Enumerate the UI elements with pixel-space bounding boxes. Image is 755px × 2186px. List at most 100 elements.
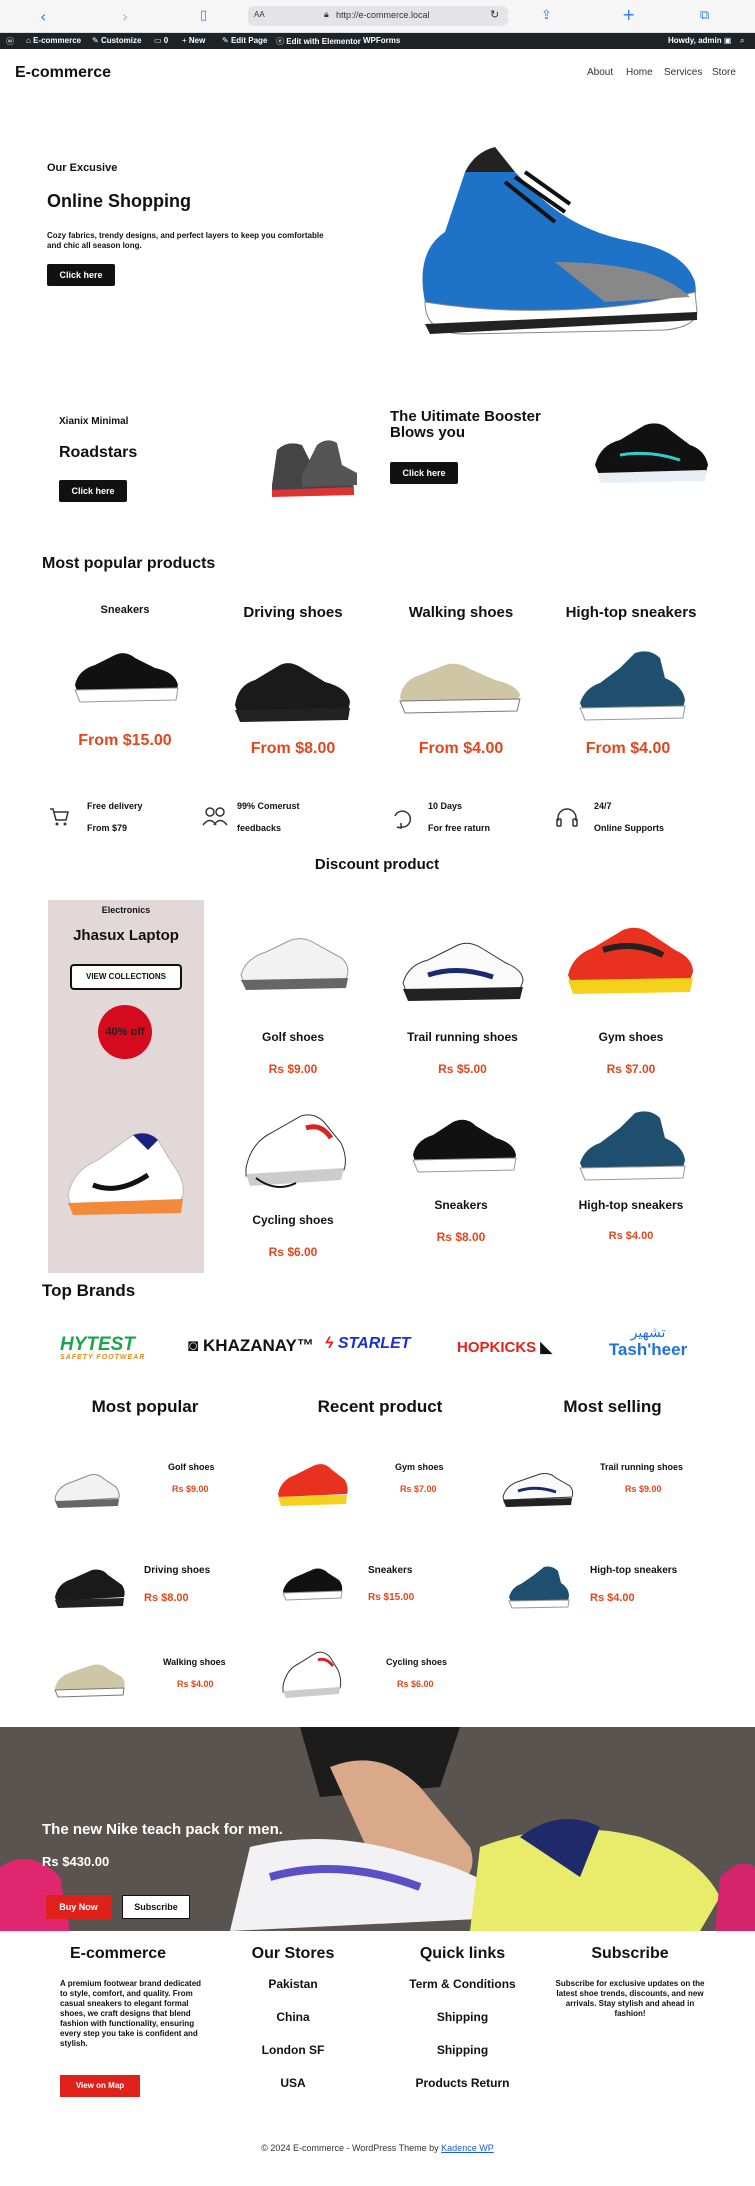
brand-logo-hopkicks[interactable]: HOPKICKS ◣: [457, 1338, 552, 1356]
popular-item-name[interactable]: Driving shoes: [228, 604, 358, 621]
list-item-name[interactable]: Golf shoes: [168, 1462, 215, 1472]
banner-title: The new Nike teach pack for men.: [42, 1821, 283, 1838]
url-text[interactable]: http://e-commerce.local: [336, 10, 430, 20]
admin-customize-link[interactable]: ✎ Customize: [92, 36, 141, 45]
share-icon[interactable]: ⇪: [541, 8, 552, 23]
admin-new-link[interactable]: + New: [182, 36, 205, 45]
brand-logo-starlet[interactable]: ϟ STARLET: [325, 1335, 411, 1353]
discount-item-image[interactable]: [563, 920, 698, 1000]
nav-services[interactable]: Services: [664, 67, 702, 78]
view-on-map-button[interactable]: View on Map: [60, 2075, 140, 2097]
discount-item-name[interactable]: Gym shoes: [570, 1030, 692, 1044]
view-collections-button[interactable]: VIEW COLLECTIONS: [70, 964, 182, 990]
footer-store[interactable]: Pakistan: [243, 1977, 343, 1991]
discount-item-image[interactable]: [236, 930, 351, 995]
popular-item-image[interactable]: [230, 650, 355, 725]
bookmarks-icon[interactable]: ▯: [200, 8, 207, 23]
discount-item-image[interactable]: [236, 1108, 351, 1193]
back-icon[interactable]: ‹: [40, 7, 46, 26]
footer-store[interactable]: China: [243, 2010, 343, 2024]
brand-logo-tashheer[interactable]: تشهير Tash'heer: [598, 1326, 698, 1360]
footer-store[interactable]: USA: [243, 2076, 343, 2090]
footer-link[interactable]: Shipping: [390, 2010, 535, 2024]
buy-now-button[interactable]: Buy Now: [46, 1895, 111, 1919]
site-brand[interactable]: E-commerce: [15, 64, 111, 82]
list-item-name[interactable]: Sneakers: [368, 1565, 412, 1576]
list-item-name[interactable]: Cycling shoes: [386, 1657, 447, 1667]
hero-cta-button[interactable]: Click here: [47, 264, 115, 286]
admin-howdy[interactable]: Howdy, admin ▣: [668, 36, 731, 45]
admin-elementor-link[interactable]: ⓔ Edit with Elementor: [276, 36, 361, 47]
popular-item-name[interactable]: High-top sneakers: [556, 604, 706, 621]
list-item-image[interactable]: [275, 1460, 350, 1510]
discount-badge: 40% off: [98, 1005, 152, 1059]
list-item-image[interactable]: [280, 1565, 345, 1603]
wordpress-icon[interactable]: ⓦ: [6, 36, 14, 47]
discount-item-name[interactable]: Cycling shoes: [232, 1213, 354, 1227]
footer-link[interactable]: Shipping: [390, 2043, 535, 2057]
promo-right-button[interactable]: Click here: [390, 462, 458, 484]
list-item-image[interactable]: [52, 1470, 122, 1510]
list-item-name[interactable]: Trail running shoes: [600, 1462, 683, 1472]
list-item-name[interactable]: High-top sneakers: [590, 1565, 677, 1576]
list-item-image[interactable]: [52, 1660, 127, 1700]
admin-site-link[interactable]: ⌂ E-commerce: [26, 36, 81, 45]
popular-item-name[interactable]: Walking shoes: [396, 604, 526, 621]
discount-item-name[interactable]: High-top sneakers: [565, 1198, 697, 1212]
list-item-image[interactable]: [506, 1565, 571, 1610]
popular-item-image[interactable]: [395, 655, 525, 715]
brand-logo-khazanay[interactable]: ◙ KHAZANAY™: [188, 1336, 314, 1356]
forward-icon[interactable]: ›: [122, 7, 128, 26]
reader-aa[interactable]: AA: [254, 10, 265, 19]
discount-item-image[interactable]: [398, 935, 528, 1005]
discount-item-image[interactable]: [575, 1108, 690, 1183]
footer-link[interactable]: Term & Conditions: [390, 1977, 535, 1991]
discount-item-name[interactable]: Sneakers: [400, 1198, 522, 1212]
admin-search-icon[interactable]: ⌕: [740, 36, 744, 46]
list-item-name[interactable]: Walking shoes: [163, 1657, 226, 1667]
wp-admin-bar: ⓦ ⌂ E-commerce ✎ Customize ▭ 0 + New ✎ E…: [0, 33, 755, 49]
popular-item-image[interactable]: [575, 648, 690, 723]
admin-wpforms-label: WPForms: [363, 36, 401, 45]
list-item-price: Rs $6.00: [397, 1679, 434, 1689]
discount-item-name[interactable]: Trail running shoes: [395, 1030, 530, 1044]
footer-store[interactable]: London SF: [243, 2043, 343, 2057]
nav-home[interactable]: Home: [626, 67, 653, 78]
theme-link[interactable]: Kadence WP: [441, 2143, 494, 2153]
reload-icon[interactable]: ↻: [490, 8, 499, 21]
brand-logo-hytest[interactable]: HYTEST SAFETY FOOTWEAR: [60, 1335, 145, 1361]
footer-subscribe-text: Subscribe for exclusive updates on the l…: [555, 1979, 705, 2018]
discount-item-price: Rs $6.00: [268, 1245, 318, 1259]
subscribe-banner-button[interactable]: Subscribe: [122, 1895, 190, 1919]
admin-site-label: E-commerce: [33, 36, 82, 45]
admin-edit-page-label: Edit Page: [230, 36, 268, 45]
brand-name: Tash'heer: [608, 1340, 688, 1359]
admin-comments-link[interactable]: ▭ 0: [154, 36, 168, 45]
nav-about[interactable]: About: [587, 67, 613, 78]
list-item-name[interactable]: Driving shoes: [144, 1565, 210, 1576]
list-item-image[interactable]: [52, 1565, 127, 1610]
discount-item-image[interactable]: [408, 1110, 518, 1175]
admin-edit-page-link[interactable]: ✎ Edit Page: [222, 36, 267, 45]
footer-link[interactable]: Products Return: [390, 2076, 535, 2090]
discount-item-price: Rs $8.00: [436, 1230, 486, 1244]
list-item-name[interactable]: Gym shoes: [395, 1462, 444, 1472]
hero-shoe-image: [422, 147, 698, 335]
list-item-image[interactable]: [500, 1470, 575, 1510]
popular-item-price: From $15.00: [78, 732, 172, 749]
hero-eyebrow: Our Excusive: [47, 162, 118, 174]
discount-item-name[interactable]: Golf shoes: [232, 1030, 354, 1044]
discount-side-panel[interactable]: Electronics Jhasux Laptop VIEW COLLECTIO…: [48, 900, 204, 1273]
promo-left-button[interactable]: Click here: [59, 480, 127, 502]
popular-item-name[interactable]: Sneakers: [65, 604, 185, 616]
address-bar[interactable]: AA 🔒︎ http://e-commerce.local ↻: [248, 6, 508, 26]
popular-item-image[interactable]: [70, 640, 180, 705]
list-item-price: Rs $7.00: [400, 1484, 437, 1494]
tabs-icon[interactable]: ⧉: [700, 8, 709, 23]
brand-name: HOPKICKS: [457, 1339, 537, 1356]
discount-side-shoe-image: [67, 1132, 184, 1215]
list-item-image[interactable]: [278, 1648, 343, 1703]
nav-store[interactable]: Store: [712, 67, 736, 78]
new-tab-icon[interactable]: +: [622, 5, 635, 24]
admin-wpforms-link[interactable]: WPForms: [363, 36, 400, 45]
